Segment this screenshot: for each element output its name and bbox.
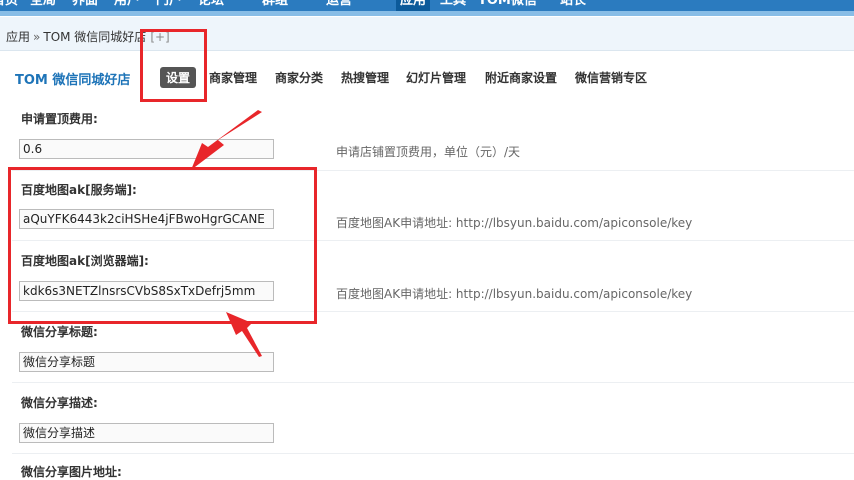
- annotation-arrow-up: [191, 110, 262, 170]
- annotation-arrow-down: [226, 312, 262, 357]
- annotation-arrows: [191, 110, 262, 357]
